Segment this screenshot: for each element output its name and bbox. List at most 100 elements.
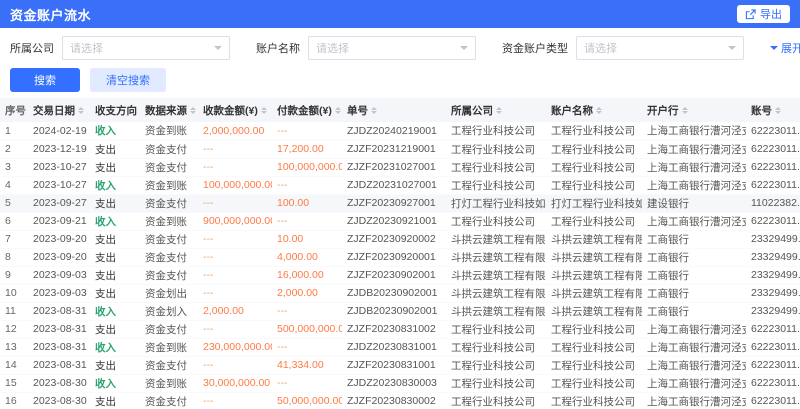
filter-account: 账户名称 请选择 <box>256 36 476 60</box>
column-header-number[interactable]: 账号 <box>746 98 800 122</box>
company-select[interactable]: 请选择 <box>62 36 230 60</box>
account-type-select[interactable]: 请选择 <box>576 36 744 60</box>
cell-bank: 工商银行 <box>642 248 746 266</box>
cell-account: 工程行业科技公司 <box>546 392 642 409</box>
table-row[interactable]: 142023-08-31支出资金支付---41,334.00ZJZF202308… <box>0 356 800 374</box>
cell-direction: 收入 <box>90 122 140 140</box>
sort-icon[interactable] <box>682 104 688 117</box>
cell-source: 资金划出 <box>140 284 198 302</box>
table-row[interactable]: 82023-09-20支出资金支付---4,000.00ZJZF20230920… <box>0 248 800 266</box>
cell-date: 2023-10-27 <box>28 158 90 176</box>
column-header-payment[interactable]: 付款金额(¥) <box>272 98 342 122</box>
cell-number: 62223011... <box>746 356 800 374</box>
cell-date: 2023-08-31 <box>28 320 90 338</box>
cell-direction: 支出 <box>90 140 140 158</box>
table-row[interactable]: 62023-09-21收入资金到账900,000,000.00---ZJDZ20… <box>0 212 800 230</box>
filter-panel: 所属公司 请选择 账户名称 请选择 资金账户类型 请选择 <box>0 28 800 98</box>
expand-filter-label: 展开筛选 <box>781 40 800 56</box>
cell-bank: 上海工商银行漕河泾支行 <box>642 122 746 140</box>
cell-order: ZJZF20230830002 <box>342 392 446 409</box>
cell-no: 8 <box>0 248 28 266</box>
cell-order: ZJDB20230902001 <box>342 284 446 302</box>
table-row[interactable]: 162023-08-30支出资金支付---50,000,000.00ZJZF20… <box>0 392 800 409</box>
cell-number: 23329499... <box>746 302 800 320</box>
sort-icon[interactable] <box>496 104 502 117</box>
table-row[interactable]: 52023-09-27支出资金支付---100.00ZJZF2023092700… <box>0 194 800 212</box>
table-body: 12024-02-19收入资金到账2,000,000.00---ZJDZ2024… <box>0 122 800 409</box>
column-header-date[interactable]: 交易日期 <box>28 98 90 122</box>
cell-direction: 支出 <box>90 356 140 374</box>
column-header-receipt[interactable]: 收款金额(¥) <box>198 98 272 122</box>
cell-date: 2023-09-20 <box>28 230 90 248</box>
cell-direction: 支出 <box>90 158 140 176</box>
cell-date: 2023-08-31 <box>28 356 90 374</box>
table-row[interactable]: 72023-09-20支出资金支付---10.00ZJZF20230920002… <box>0 230 800 248</box>
export-icon <box>745 9 756 20</box>
cell-date: 2023-08-31 <box>28 338 90 356</box>
cell-bank: 上海工商银行漕河泾支行 <box>642 320 746 338</box>
cell-source: 资金到账 <box>140 122 198 140</box>
table-row[interactable]: 152023-08-30收入资金到账30,000,000.00---ZJDZ20… <box>0 374 800 392</box>
transactions-table: 序号交易日期收支方向数据来源收款金额(¥)付款金额(¥)单号所属公司账户名称开户… <box>0 98 800 409</box>
cell-order: ZJDZ20231027001 <box>342 176 446 194</box>
expand-filter-link[interactable]: 展开筛选 <box>770 40 800 56</box>
cell-account: 斗拱云建筑工程有限公司 <box>546 266 642 284</box>
column-label: 所属公司 <box>451 105 493 117</box>
column-header-account[interactable]: 账户名称 <box>546 98 642 122</box>
cell-receipt: 2,000.00 <box>198 302 272 320</box>
cell-date: 2023-09-20 <box>28 248 90 266</box>
table-row[interactable]: 132023-08-31收入资金到账230,000,000.00---ZJDZ2… <box>0 338 800 356</box>
clear-search-button[interactable]: 清空搜索 <box>90 68 166 92</box>
page-header: 资金账户流水 导出 <box>0 0 800 28</box>
cell-account: 工程行业科技公司 <box>546 140 642 158</box>
column-header-source[interactable]: 数据来源 <box>140 98 198 122</box>
cell-date: 2023-08-30 <box>28 374 90 392</box>
column-header-order[interactable]: 单号 <box>342 98 446 122</box>
table-row[interactable]: 22023-12-19支出资金支付---17,200.00ZJZF2023121… <box>0 140 800 158</box>
filter-company: 所属公司 请选择 <box>10 36 230 60</box>
cell-payment: 17,200.00 <box>272 140 342 158</box>
cell-company: 斗拱云建筑工程有限公司 <box>446 230 546 248</box>
cell-company: 工程行业科技公司 <box>446 320 546 338</box>
cell-number: 62223011... <box>746 122 800 140</box>
cell-bank: 工商银行 <box>642 230 746 248</box>
table-row[interactable]: 92023-09-03支出资金支付---16,000.00ZJZF2023090… <box>0 266 800 284</box>
sort-icon[interactable] <box>371 104 377 117</box>
sort-icon[interactable] <box>775 104 781 117</box>
account-select[interactable]: 请选择 <box>308 36 476 60</box>
cell-receipt: --- <box>198 284 272 302</box>
column-header-company[interactable]: 所属公司 <box>446 98 546 122</box>
cell-company: 工程行业科技公司 <box>446 158 546 176</box>
sort-icon[interactable] <box>261 104 267 117</box>
table-row[interactable]: 102023-09-03支出资金划出---2,000.00ZJDB2023090… <box>0 284 800 302</box>
cell-source: 资金到账 <box>140 212 198 230</box>
cell-no: 2 <box>0 140 28 158</box>
sort-icon[interactable] <box>596 104 602 117</box>
table-row[interactable]: 112023-08-31收入资金划入2,000.00---ZJDB2023090… <box>0 302 800 320</box>
sort-icon[interactable] <box>190 104 196 117</box>
cell-no: 7 <box>0 230 28 248</box>
filter-account-label: 账户名称 <box>256 40 300 56</box>
table-row[interactable]: 32023-10-27支出资金支付---100,000,000.00ZJZF20… <box>0 158 800 176</box>
column-header-direction[interactable]: 收支方向 <box>90 98 140 122</box>
table-row[interactable]: 42023-10-27收入资金到账100,000,000.00---ZJDZ20… <box>0 176 800 194</box>
table-row[interactable]: 12024-02-19收入资金到账2,000,000.00---ZJDZ2024… <box>0 122 800 140</box>
cell-account: 工程行业科技公司 <box>546 212 642 230</box>
cell-bank: 工商银行 <box>642 266 746 284</box>
column-label: 收支方向 <box>95 105 137 117</box>
cell-receipt: 900,000,000.00 <box>198 212 272 230</box>
export-button[interactable]: 导出 <box>737 5 790 23</box>
cell-source: 资金支付 <box>140 194 198 212</box>
sort-icon[interactable] <box>78 104 84 117</box>
cell-payment: --- <box>272 338 342 356</box>
cell-date: 2023-08-30 <box>28 392 90 409</box>
cell-bank: 上海工商银行漕河泾支行 <box>642 140 746 158</box>
cell-source: 资金到账 <box>140 338 198 356</box>
cell-account: 斗拱云建筑工程有限公司 <box>546 284 642 302</box>
sort-icon[interactable] <box>335 104 341 117</box>
search-button[interactable]: 搜索 <box>10 68 80 92</box>
table-row[interactable]: 122023-08-31支出资金支付---500,000,000.00ZJZF2… <box>0 320 800 338</box>
column-header-bank[interactable]: 开户行 <box>642 98 746 122</box>
cell-order: ZJZF20230831002 <box>342 320 446 338</box>
cell-company: 斗拱云建筑工程有限公司 <box>446 248 546 266</box>
